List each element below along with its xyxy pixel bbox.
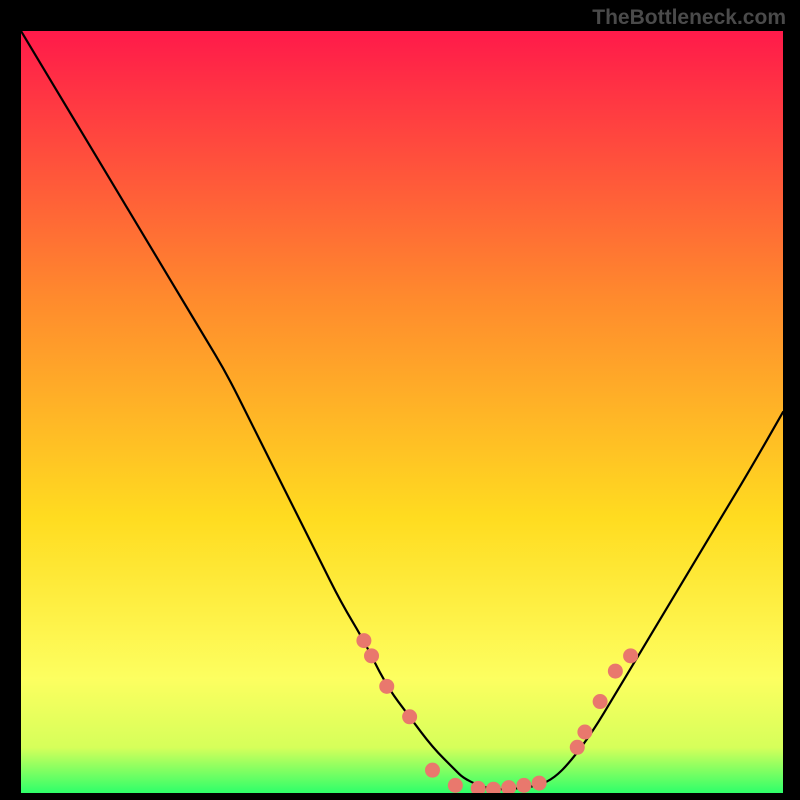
marker-dot [516,778,531,793]
marker-dot [623,648,638,663]
marker-dot [425,763,440,778]
marker-dot [356,633,371,648]
marker-dot [593,694,608,709]
marker-dot [364,648,379,663]
marker-dot [608,664,623,679]
marker-dot [402,709,417,724]
marker-dot [532,776,547,791]
marker-dot [570,740,585,755]
marker-dot [577,725,592,740]
watermark-text: TheBottleneck.com [592,6,786,30]
marker-dot [379,679,394,694]
marker-dot [448,778,463,793]
chart-frame: TheBottleneck.com [0,0,800,800]
bottleneck-chart [21,31,783,793]
gradient-background [21,31,783,793]
